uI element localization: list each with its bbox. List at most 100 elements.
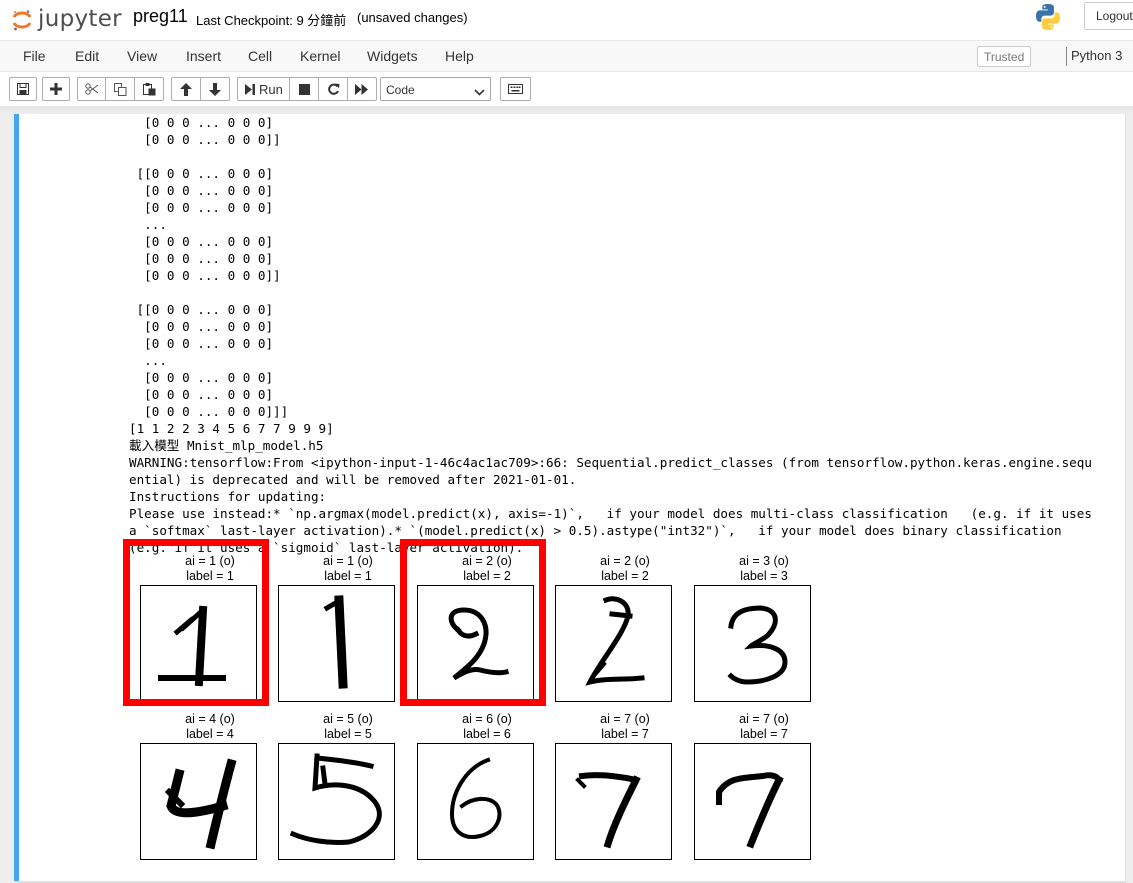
code-cell[interactable]: [0 0 0 ... 0 0 0] [0 0 0 ... 0 0 0]] [[0… (14, 114, 1126, 883)
output-line: [1 1 2 2 3 4 5 6 7 7 9 9 9] (129, 421, 334, 436)
highlight-box (123, 539, 269, 706)
kernel-divider (1066, 47, 1067, 66)
menu-bar: File Edit View Insert Cell Kernel Widget… (0, 40, 1133, 72)
interrupt-kernel-button[interactable] (289, 77, 319, 101)
digit-stroke (320, 765, 328, 787)
digit-2-image (585, 596, 645, 686)
step-forward-icon (245, 83, 255, 95)
jupyter-logo-text: jupyter (38, 6, 122, 32)
output-line: 載入模型 Mnist_mlp_model.h5 (129, 438, 324, 453)
output-line: [0 0 0 ... 0 0 0] (129, 183, 274, 198)
restart-kernel-button[interactable] (318, 77, 348, 101)
digit-1-image (323, 595, 348, 689)
digit-image (555, 743, 672, 860)
digit-title: ai = 5 (o) label = 5 (278, 712, 418, 742)
digit-3-image (727, 605, 788, 685)
output-line: WARNING:tensorflow:From <ipython-input-1… (129, 455, 1092, 470)
output-line: ... (129, 217, 167, 232)
digit-stroke (449, 757, 502, 839)
menu-widgets[interactable]: Widgets (367, 48, 418, 64)
notebook-container: [0 0 0 ... 0 0 0] [0 0 0 ... 0 0 0]] [[0… (0, 114, 1133, 883)
menu-file[interactable]: File (23, 48, 46, 64)
save-button[interactable] (9, 77, 37, 101)
output-line: [[0 0 0 ... 0 0 0] (129, 166, 274, 181)
digit-image (417, 743, 534, 860)
jupyter-logo[interactable]: jupyter (12, 2, 122, 36)
output-line: Please use instead:* `np.argmax(model.pr… (129, 506, 1092, 521)
ai-prediction-label: ai = 7 (o) (739, 712, 789, 726)
digit-7-image (575, 772, 641, 849)
menu-insert[interactable]: Insert (186, 48, 221, 64)
notebook-name[interactable]: preg11 (133, 6, 188, 27)
output-line: [0 0 0 ... 0 0 0] (129, 336, 274, 351)
command-palette-button[interactable] (500, 77, 531, 101)
cut-button[interactable] (77, 77, 106, 101)
output-line: [0 0 0 ... 0 0 0] (129, 251, 274, 266)
refresh-icon (327, 83, 340, 96)
digit-stroke (609, 611, 633, 619)
menu-cell[interactable]: Cell (248, 48, 272, 64)
digit-title: ai = 3 (o) label = 3 (694, 554, 834, 584)
digit-6-image (449, 757, 502, 839)
output-line: [0 0 0 ... 0 0 0]] (129, 132, 281, 147)
copy-icon (113, 82, 127, 96)
highlight-box (400, 539, 546, 706)
true-label: label = 7 (740, 727, 788, 741)
python-logo-icon (1033, 2, 1063, 32)
paste-button[interactable] (134, 77, 164, 101)
digit-title: ai = 2 (o) label = 2 (555, 554, 695, 584)
menu-view[interactable]: View (127, 48, 157, 64)
move-down-button[interactable] (200, 77, 230, 101)
cell-selection-bar (14, 114, 19, 881)
true-label: label = 4 (186, 727, 234, 741)
run-button[interactable]: Run (237, 77, 290, 101)
menu-edit[interactable]: Edit (75, 48, 99, 64)
ai-prediction-label: ai = 3 (o) (739, 554, 789, 568)
header-divider (0, 106, 1133, 114)
run-label: Run (259, 81, 283, 97)
insert-cell-button[interactable] (42, 77, 70, 101)
last-checkpoint: Last Checkpoint: 9 分鐘前 (196, 13, 347, 28)
kernel-name[interactable]: Python 3 (1071, 48, 1122, 63)
chevron-down-icon (474, 85, 485, 99)
fast-forward-icon (355, 83, 369, 95)
digit-image (694, 743, 811, 860)
save-icon (17, 83, 29, 95)
digit-title: ai = 7 (o) label = 7 (555, 712, 695, 742)
output-line: [0 0 0 ... 0 0 0] (129, 370, 274, 385)
trusted-indicator[interactable]: Trusted (977, 46, 1032, 67)
menu-kernel[interactable]: Kernel (300, 48, 340, 64)
digit-7-image (716, 772, 784, 849)
notebook-header: jupyter preg11 Last Checkpoint: 9 分鐘前 (u… (0, 0, 1133, 40)
digit-title: ai = 7 (o) label = 7 (694, 712, 834, 742)
output-line: [0 0 0 ... 0 0 0] (129, 234, 274, 249)
digit-image (140, 743, 257, 860)
digit-image (278, 743, 395, 860)
digit-stroke (334, 595, 348, 689)
output-line: [[0 0 0 ... 0 0 0] (129, 302, 274, 317)
logout-button[interactable]: Logout (1084, 2, 1133, 30)
output-line: [0 0 0 ... 0 0 0]] (129, 268, 281, 283)
output-line: a `softmax` last-layer activation).* `(m… (129, 523, 1062, 538)
true-label: label = 6 (463, 727, 511, 741)
output-line: ential) is deprecated and will be remove… (129, 472, 577, 487)
ai-prediction-label: ai = 4 (o) (185, 712, 235, 726)
true-label: label = 2 (601, 569, 649, 583)
output-line: [0 0 0 ... 0 0 0]]] (129, 404, 289, 419)
copy-button[interactable] (105, 77, 135, 101)
move-up-button[interactable] (171, 77, 201, 101)
keyboard-icon (508, 84, 523, 94)
ai-prediction-label: ai = 7 (o) (600, 712, 650, 726)
plus-icon (50, 83, 62, 95)
digit-5-image (289, 753, 382, 845)
ai-prediction-label: ai = 1 (o) (323, 554, 373, 568)
digit-stroke (727, 605, 788, 685)
restart-run-all-button[interactable] (347, 77, 377, 101)
true-label: label = 3 (740, 569, 788, 583)
digit-4-image (164, 758, 237, 850)
digit-stroke (314, 755, 375, 770)
cell-type-select[interactable]: Code (380, 77, 491, 101)
output-line: [0 0 0 ... 0 0 0] (129, 387, 274, 402)
menu-help[interactable]: Help (445, 48, 474, 64)
